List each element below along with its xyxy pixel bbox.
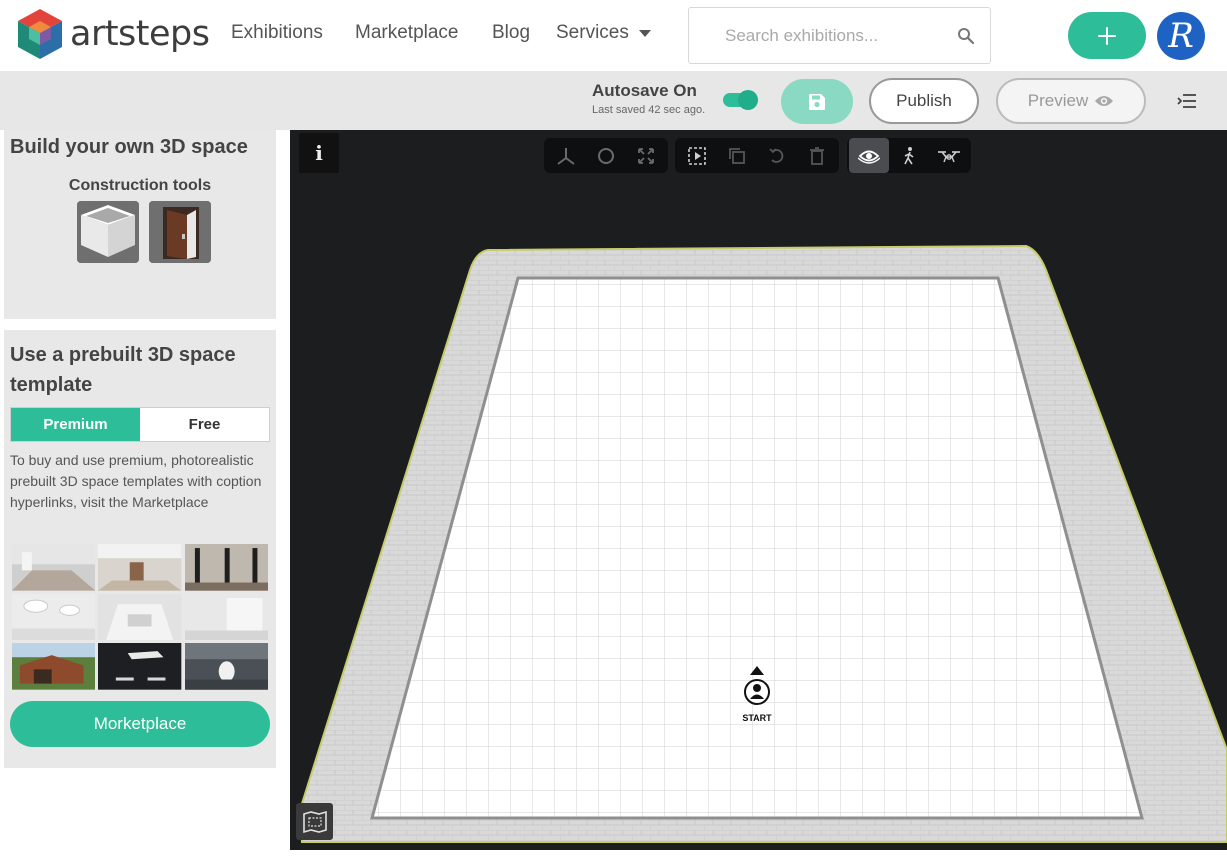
search-icon[interactable] bbox=[957, 27, 975, 45]
marketplace-button[interactable]: Morketplace bbox=[10, 701, 270, 747]
plus-icon bbox=[1097, 26, 1117, 46]
trash-icon bbox=[810, 146, 824, 165]
autosave-status: Autosave On Last saved 42 sec ago. bbox=[592, 81, 705, 116]
floppy-disk-icon bbox=[809, 93, 825, 110]
nav-link-exhibitions[interactable]: Exhibitions bbox=[231, 22, 323, 44]
template-thumbnail[interactable] bbox=[184, 643, 268, 690]
orbit-view-mode[interactable] bbox=[849, 138, 889, 173]
undo-icon bbox=[769, 147, 784, 163]
autosave-last-saved: Last saved 42 sec ago. bbox=[592, 104, 706, 116]
left-sidebar: Build your own 3D space Construction too… bbox=[0, 130, 290, 856]
top-navigation: artsteps Exhibitions Marketplace Blog Se… bbox=[0, 0, 1227, 71]
app-root: artsteps Exhibitions Marketplace Blog Se… bbox=[0, 0, 1227, 856]
create-exhibition-button[interactable] bbox=[1068, 12, 1146, 59]
delete-tool[interactable] bbox=[797, 138, 837, 173]
room-floor-plan bbox=[298, 244, 1227, 843]
nav-dropdown-services[interactable]: Services bbox=[556, 22, 651, 44]
search-box bbox=[688, 7, 991, 64]
template-thumbnail[interactable] bbox=[98, 593, 182, 641]
duplicate-tool[interactable] bbox=[717, 138, 757, 173]
axis-move-icon bbox=[557, 147, 575, 165]
rotate-icon bbox=[598, 147, 614, 164]
template-section-title: Use a prebuilt 3D space template bbox=[10, 344, 236, 396]
template-thumbnail-grid bbox=[12, 544, 268, 690]
template-tabs: Premium Free bbox=[10, 407, 270, 442]
info-button[interactable]: i bbox=[299, 133, 339, 173]
walls-tool-button[interactable] bbox=[77, 201, 139, 263]
template-thumbnail[interactable] bbox=[98, 643, 182, 690]
template-thumbnail[interactable] bbox=[12, 593, 96, 641]
orbit-eye-icon bbox=[858, 150, 880, 164]
move-axis-tool[interactable] bbox=[546, 138, 586, 173]
autosave-toggle[interactable] bbox=[723, 90, 758, 110]
copy-icon bbox=[729, 147, 745, 164]
search-input[interactable] bbox=[689, 8, 944, 63]
toggle-knob bbox=[738, 90, 758, 110]
user-avatar[interactable]: R bbox=[1157, 12, 1205, 60]
autosave-title: Autosave On bbox=[592, 81, 697, 100]
construction-tools-label: Construction tools bbox=[68, 177, 212, 194]
3d-viewport[interactable]: i START bbox=[290, 130, 1227, 850]
drone-view-mode[interactable] bbox=[929, 138, 969, 173]
brand-name: artsteps bbox=[70, 14, 210, 54]
editor-toolbar: Autosave On Last saved 42 sec ago. Publi… bbox=[0, 71, 1227, 130]
build-space-card: Build your own 3D space Construction too… bbox=[4, 130, 276, 319]
template-card: Use a prebuilt 3D space template Premium… bbox=[4, 330, 276, 768]
template-thumbnail[interactable] bbox=[184, 593, 268, 641]
preview-label: Preview bbox=[1027, 91, 1089, 110]
scale-tool[interactable] bbox=[626, 138, 666, 173]
template-thumbnail[interactable] bbox=[12, 643, 96, 690]
door-tool-icon bbox=[149, 201, 211, 263]
door-tool-button[interactable] bbox=[149, 201, 211, 263]
start-position-marker[interactable]: START bbox=[737, 666, 777, 723]
services-label: Services bbox=[556, 22, 629, 43]
walk-view-mode[interactable] bbox=[889, 138, 929, 173]
tab-free[interactable]: Free bbox=[140, 408, 269, 441]
rotate-tool[interactable] bbox=[586, 138, 626, 173]
save-button[interactable] bbox=[781, 79, 853, 124]
nav-link-blog[interactable]: Blog bbox=[492, 22, 530, 44]
start-label: START bbox=[742, 713, 772, 723]
eye-icon bbox=[1095, 96, 1114, 106]
minimap-button[interactable] bbox=[296, 803, 333, 840]
publish-button[interactable]: Publish bbox=[869, 78, 979, 124]
select-tool[interactable] bbox=[677, 138, 717, 173]
transform-tools bbox=[544, 138, 668, 173]
expand-icon bbox=[638, 147, 654, 164]
drone-icon bbox=[938, 150, 960, 162]
selection-box-icon bbox=[688, 146, 706, 165]
nav-link-marketplace[interactable]: Marketplace bbox=[355, 22, 459, 44]
start-person-icon bbox=[744, 666, 770, 705]
caret-down-icon bbox=[638, 29, 651, 37]
tab-premium[interactable]: Premium bbox=[11, 408, 140, 441]
template-description: To buy and use premium, photorealistic p… bbox=[10, 452, 262, 510]
template-thumbnail[interactable] bbox=[12, 544, 96, 591]
undo-tool[interactable] bbox=[757, 138, 797, 173]
floor-map-icon bbox=[302, 810, 327, 833]
panel-menu-icon[interactable] bbox=[1176, 92, 1198, 110]
template-thumbnail[interactable] bbox=[98, 544, 182, 591]
edit-tools bbox=[675, 138, 839, 173]
template-thumbnail[interactable] bbox=[184, 544, 268, 591]
walking-person-icon bbox=[904, 146, 914, 164]
artsteps-cube-icon bbox=[18, 9, 62, 59]
artsteps-logo[interactable]: artsteps bbox=[14, 7, 210, 61]
camera-mode-tools bbox=[847, 138, 971, 173]
walls-tool-icon bbox=[77, 201, 139, 263]
build-section-title: Build your own 3D space bbox=[10, 136, 248, 158]
preview-button[interactable]: Preview bbox=[996, 78, 1146, 124]
